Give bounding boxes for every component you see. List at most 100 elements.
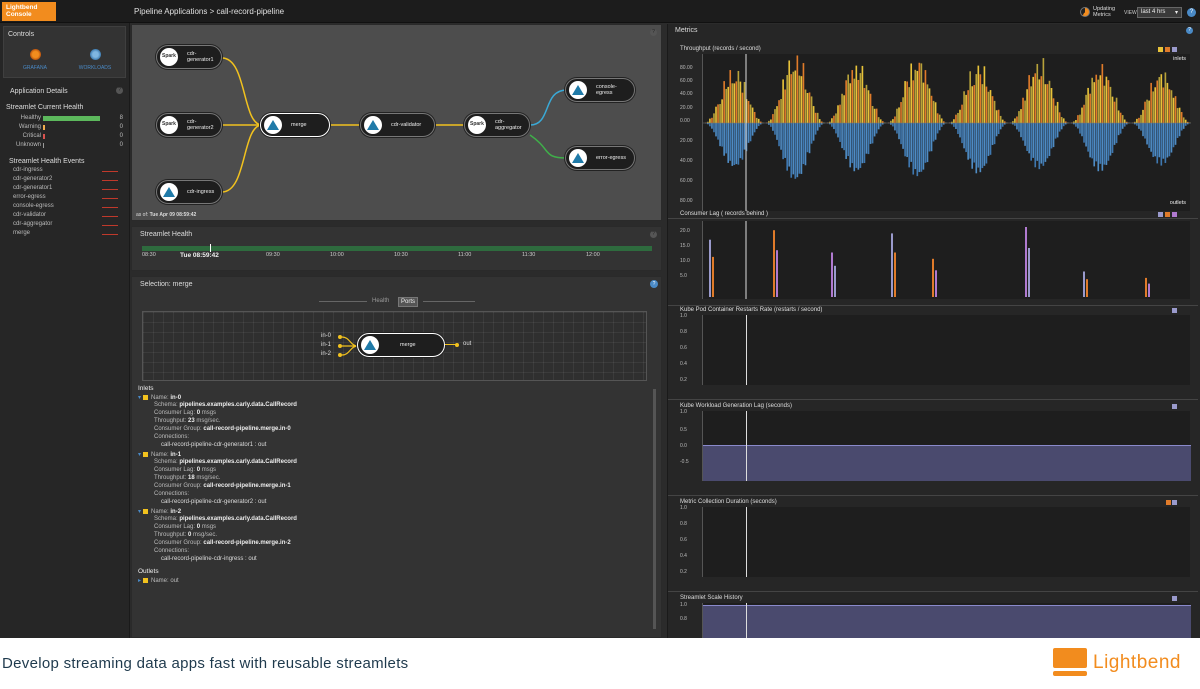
- generation-lag-plot[interactable]: [702, 411, 1191, 481]
- lag-bar: [894, 252, 896, 297]
- throughput-inlet-bar: [1014, 118, 1016, 123]
- legend-swatch[interactable]: [1172, 47, 1177, 52]
- pipeline-graph[interactable]: ? cdr- generator1 cdr- generator2 cdr-in…: [131, 24, 662, 221]
- lightbend-console-logo[interactable]: Lightbend Console: [2, 2, 56, 21]
- throughput-inlet-bar: [906, 81, 908, 123]
- legend-swatch[interactable]: [1165, 212, 1170, 217]
- spark-icon: [160, 48, 178, 66]
- timeline-cursor[interactable]: [210, 244, 211, 252]
- throughput-outlet-bar: [1178, 123, 1181, 137]
- throughput-plot[interactable]: inlets outlets: [702, 54, 1191, 211]
- scale-history-plot[interactable]: [702, 603, 1191, 638]
- health-event-row[interactable]: cdr-ingress: [13, 167, 118, 173]
- throughput-inlet-bar: [843, 95, 845, 123]
- throughput-inlet-bar: [1111, 96, 1114, 123]
- throughput-outlet-bar: [1148, 123, 1150, 148]
- throughput-inlet-bar: [918, 62, 921, 123]
- health-event-row[interactable]: cdr-aggregator: [13, 221, 118, 227]
- throughput-inlet-bar: [839, 104, 841, 123]
- health-event-row[interactable]: error-egress: [13, 194, 118, 200]
- health-event-row[interactable]: cdr-validator: [13, 212, 118, 218]
- throughput-inlet-bar: [987, 91, 990, 123]
- ports-graph[interactable]: in-0 in-1 in-2 merge out: [142, 311, 647, 381]
- node-error-egress[interactable]: error-egress: [565, 146, 635, 170]
- throughput-inlet-bar: [912, 80, 915, 123]
- help-icon[interactable]: ?: [1186, 27, 1193, 34]
- throughput-chart[interactable]: Throughput (records / second) inlets out…: [678, 46, 1191, 214]
- node-cdr-generator2[interactable]: cdr- generator2: [156, 113, 222, 137]
- view-range-select[interactable]: last 4 hrs ▾: [1137, 7, 1182, 18]
- node-merge[interactable]: merge: [260, 113, 330, 137]
- throughput-outlet-bar: [796, 123, 799, 178]
- throughput-outlet-bar: [753, 123, 756, 133]
- node-cdr-validator[interactable]: cdr-validator: [360, 113, 435, 137]
- throughput-inlet-bar: [1119, 112, 1122, 123]
- legend-swatch[interactable]: [1165, 47, 1170, 52]
- restarts-plot[interactable]: [702, 315, 1190, 385]
- health-event-row[interactable]: cdr-generator1: [13, 185, 118, 191]
- help-icon[interactable]: ?: [1187, 8, 1196, 17]
- throughput-inlet-bar: [1018, 111, 1020, 123]
- health-row-warning[interactable]: Warning 0: [0, 124, 125, 132]
- health-row-unknown[interactable]: Unknown 0: [0, 142, 125, 150]
- health-timeline-bar[interactable]: [142, 246, 652, 251]
- node-cdr-generator1[interactable]: cdr- generator1: [156, 45, 222, 69]
- inlet-name-row[interactable]: ▾ Name: in-0: [138, 394, 181, 401]
- throughput-outlet-bar: [770, 123, 772, 127]
- help-icon[interactable]: ?: [650, 231, 657, 238]
- legend-swatch[interactable]: [1158, 212, 1163, 217]
- selection-panel: Selection: merge ? Health Ports in-0 in-…: [131, 276, 662, 638]
- throughput-outlet-bar: [721, 123, 723, 147]
- throughput-outlet-bar: [1180, 123, 1183, 131]
- throughput-inlet-bar: [916, 70, 919, 123]
- lag-bar: [834, 265, 836, 297]
- throughput-outlet-bar: [1160, 123, 1163, 166]
- inlet-swatch: [143, 394, 149, 400]
- node-cdr-ingress[interactable]: cdr-ingress: [156, 180, 222, 204]
- throughput-outlet-bar: [1103, 123, 1106, 165]
- breadcrumb[interactable]: Pipeline Applications > call-record-pipe…: [134, 7, 284, 16]
- throughput-inlet-bar: [855, 65, 858, 123]
- generation-lag-chart[interactable]: Kube Workload Generation Lag (seconds) 1…: [678, 403, 1191, 481]
- health-row-critical[interactable]: Critical 0: [0, 133, 125, 141]
- inlets-title: Inlets: [138, 385, 154, 392]
- consumer-lag-plot[interactable]: [702, 221, 1190, 299]
- health-event-row[interactable]: console-egress: [13, 203, 118, 209]
- grafana-button[interactable]: GRAFANA: [15, 49, 55, 71]
- metrics-title: Metrics: [675, 27, 698, 34]
- throughput-outlet-bar: [1014, 123, 1016, 126]
- app-details-title: Application Details: [10, 88, 68, 95]
- scale-history-chart[interactable]: Streamlet Scale History 1.0 0.8: [678, 595, 1191, 638]
- throughput-inlet-bar: [1095, 74, 1098, 123]
- inlet-name-row[interactable]: ▾ Name: in-1: [138, 451, 181, 458]
- node-console-egress[interactable]: console- egress: [565, 78, 635, 102]
- health-event-row[interactable]: cdr-generator2: [13, 176, 118, 182]
- updating-metrics-icon[interactable]: [1080, 7, 1090, 17]
- inlet-name-row[interactable]: ▾ Name: in-2: [138, 508, 181, 515]
- inlet-group-row: Consumer Group: call-record-pipeline.mer…: [154, 483, 291, 489]
- help-icon[interactable]: ?: [650, 280, 658, 288]
- workloads-button[interactable]: WORKLOADS: [75, 49, 115, 71]
- throughput-inlet-bar: [755, 117, 758, 123]
- consumer-lag-chart[interactable]: Consumer Lag ( records behind ) 20.0 15.0…: [678, 211, 1190, 301]
- node-cdr-aggregator[interactable]: cdr- aggregator: [464, 113, 530, 137]
- legend-swatch[interactable]: [1172, 212, 1177, 217]
- help-icon[interactable]: ?: [116, 87, 123, 94]
- tab-ports[interactable]: Ports: [398, 297, 419, 307]
- throughput-outlet-bar: [1026, 123, 1028, 151]
- throughput-inlet-bar: [849, 83, 852, 123]
- y-tick-label: 0.2: [680, 569, 687, 575]
- health-bar: [43, 143, 44, 148]
- node-merge[interactable]: merge: [357, 333, 445, 357]
- details-scrollbar[interactable]: [653, 389, 656, 629]
- tab-health[interactable]: Health: [370, 297, 391, 305]
- throughput-inlet-bar: [983, 66, 986, 123]
- collection-duration-plot[interactable]: [702, 507, 1190, 577]
- collection-duration-chart[interactable]: Metric Collection Duration (seconds) 1.0…: [678, 499, 1190, 577]
- restarts-chart[interactable]: Kube Pod Container Restarts Rate (restar…: [678, 307, 1190, 385]
- outlet-name-row[interactable]: ▸ Name: out: [138, 577, 179, 584]
- health-event-row[interactable]: merge: [13, 230, 118, 236]
- throughput-outlet-bar: [733, 123, 736, 166]
- health-row-healthy[interactable]: Healthy 8: [0, 115, 125, 123]
- legend-swatch[interactable]: [1158, 47, 1163, 52]
